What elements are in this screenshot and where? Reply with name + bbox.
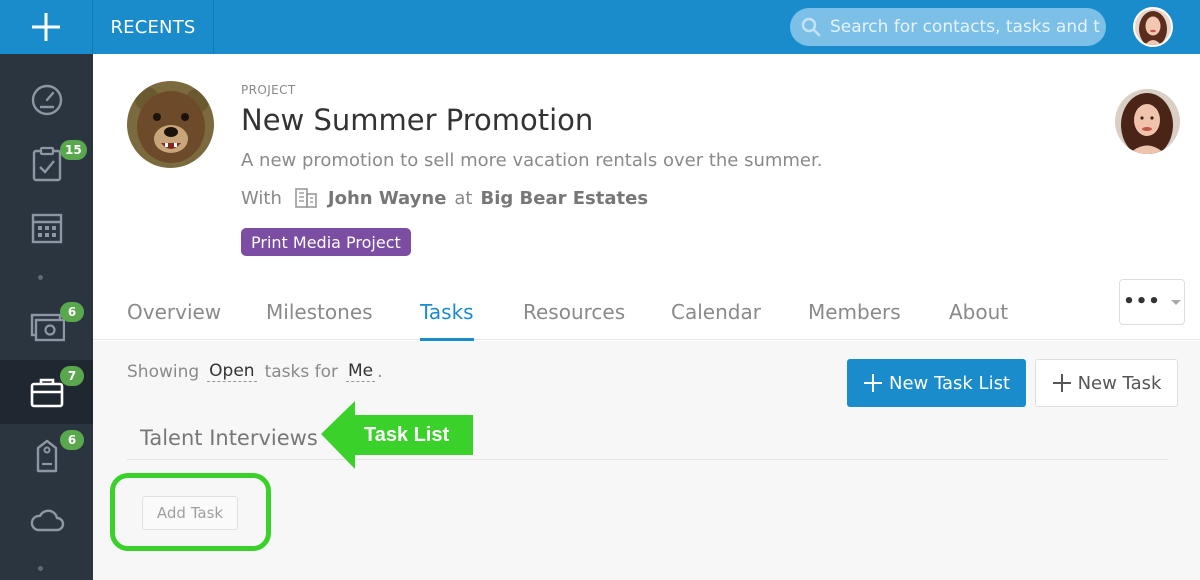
sidebar-item-opportunities[interactable]: 6: [0, 296, 93, 360]
at-label: at: [454, 187, 473, 209]
owner-avatar[interactable]: [1115, 89, 1180, 154]
tab-members[interactable]: Members: [808, 300, 901, 338]
cloud-icon: [30, 509, 64, 532]
organization-link[interactable]: Big Bear Estates: [481, 188, 649, 209]
task-list-divider: [127, 459, 1168, 460]
tab-resources[interactable]: Resources: [523, 300, 625, 338]
briefcase-icon: [30, 378, 63, 408]
quick-add-button[interactable]: [0, 0, 93, 54]
top-bar: RECENTS: [0, 0, 1200, 54]
plus-icon: [863, 374, 882, 392]
tab-about[interactable]: About: [949, 300, 1008, 338]
highlight-outline: [110, 473, 271, 551]
status-filter-dropdown[interactable]: Open: [207, 361, 257, 382]
sidebar-item-projects[interactable]: 7: [0, 360, 93, 424]
tasks-count-badge: 15: [60, 140, 87, 160]
annotation-label: Task List: [364, 424, 450, 446]
search-input[interactable]: [830, 17, 1106, 37]
bear-photo: [127, 81, 214, 168]
dashboard-icon: [31, 84, 62, 116]
project-relation: With John Wayne at Big Bear Estates: [241, 187, 648, 209]
tag-icon: [36, 439, 57, 473]
tab-tasks[interactable]: Tasks: [420, 300, 474, 341]
sidebar-item-cases[interactable]: 6: [0, 424, 93, 488]
sidebar-item-dashboard[interactable]: [0, 68, 93, 132]
money-icon: [30, 313, 65, 342]
with-label: With: [241, 187, 282, 209]
tab-milestones[interactable]: Milestones: [266, 300, 373, 338]
filter-prefix: Showing: [127, 361, 200, 382]
more-actions-button[interactable]: •••: [1119, 279, 1185, 325]
filter-suffix: .: [377, 361, 383, 382]
sidebar-item-cloud[interactable]: [0, 488, 93, 552]
sidebar: 15 6 7 6: [0, 54, 93, 580]
filter-middle: tasks for: [264, 361, 338, 382]
search-box[interactable]: [790, 8, 1106, 46]
project-type-label: PROJECT: [241, 83, 296, 97]
contact-link[interactable]: John Wayne: [328, 188, 447, 209]
plus-icon: [1052, 374, 1071, 392]
user-avatar[interactable]: [1133, 7, 1173, 47]
sidebar-separator-dot: [38, 566, 43, 571]
opportunities-count-badge: 6: [60, 302, 84, 322]
sidebar-item-tasks[interactable]: 15: [0, 132, 93, 196]
chevron-down-icon: [1170, 299, 1181, 305]
annotation-arrow: Task List: [321, 401, 473, 469]
plus-icon: [32, 13, 60, 41]
search-icon: [801, 17, 821, 37]
project-tag[interactable]: Print Media Project: [241, 228, 411, 256]
more-dots-icon: •••: [1123, 291, 1161, 312]
sidebar-separator-dot: [38, 275, 43, 280]
new-task-list-button[interactable]: New Task List: [847, 359, 1026, 407]
project-avatar: [127, 81, 214, 168]
project-description: A new promotion to sell more vacation re…: [241, 150, 823, 171]
tasks-clipboard-icon: [32, 146, 61, 182]
sidebar-item-calendar[interactable]: [0, 196, 93, 260]
new-task-list-label: New Task List: [888, 372, 1011, 394]
tab-overview[interactable]: Overview: [127, 300, 221, 338]
new-task-label: New Task: [1077, 372, 1162, 394]
project-tabs: Overview Milestones Tasks Resources Cale…: [93, 290, 1200, 341]
user-photo: [1135, 9, 1171, 45]
owner-photo: [1115, 89, 1180, 154]
cases-count-badge: 6: [60, 430, 84, 450]
page-title: New Summer Promotion: [241, 103, 594, 137]
task-filter: Showing Open tasks for Me .: [127, 361, 383, 382]
new-task-button[interactable]: New Task: [1035, 359, 1178, 407]
organization-icon: [295, 188, 317, 208]
projects-count-badge: 7: [60, 366, 84, 386]
assignee-filter-dropdown[interactable]: Me: [346, 361, 376, 382]
calendar-icon: [31, 213, 62, 244]
tab-calendar[interactable]: Calendar: [671, 300, 761, 338]
task-list-title[interactable]: Talent Interviews: [140, 426, 318, 450]
recents-menu[interactable]: RECENTS: [93, 0, 214, 54]
